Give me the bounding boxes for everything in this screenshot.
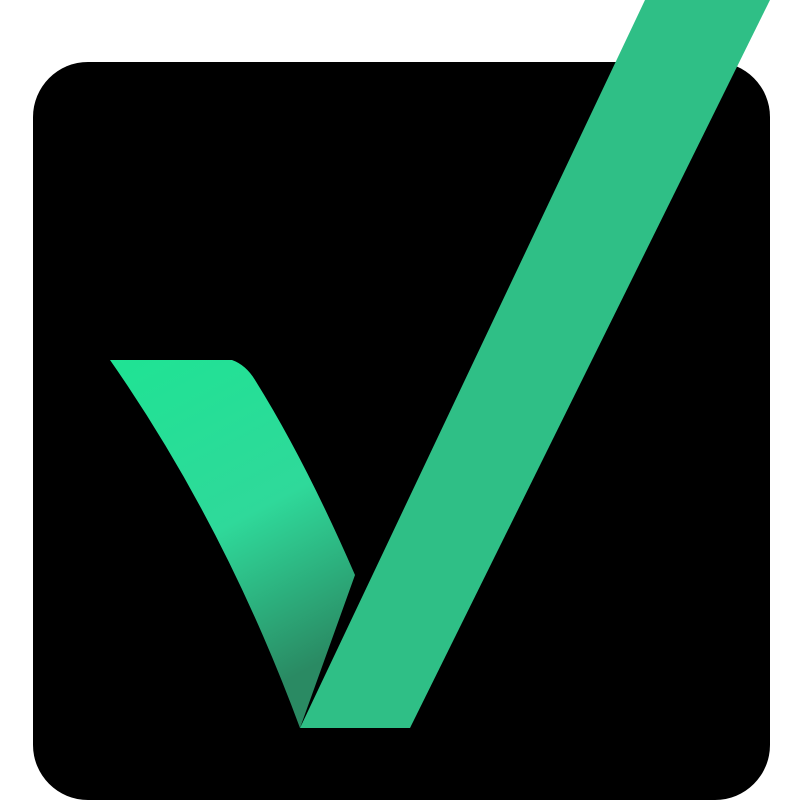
logo-canvas	[0, 0, 800, 800]
logo	[33, 0, 770, 800]
